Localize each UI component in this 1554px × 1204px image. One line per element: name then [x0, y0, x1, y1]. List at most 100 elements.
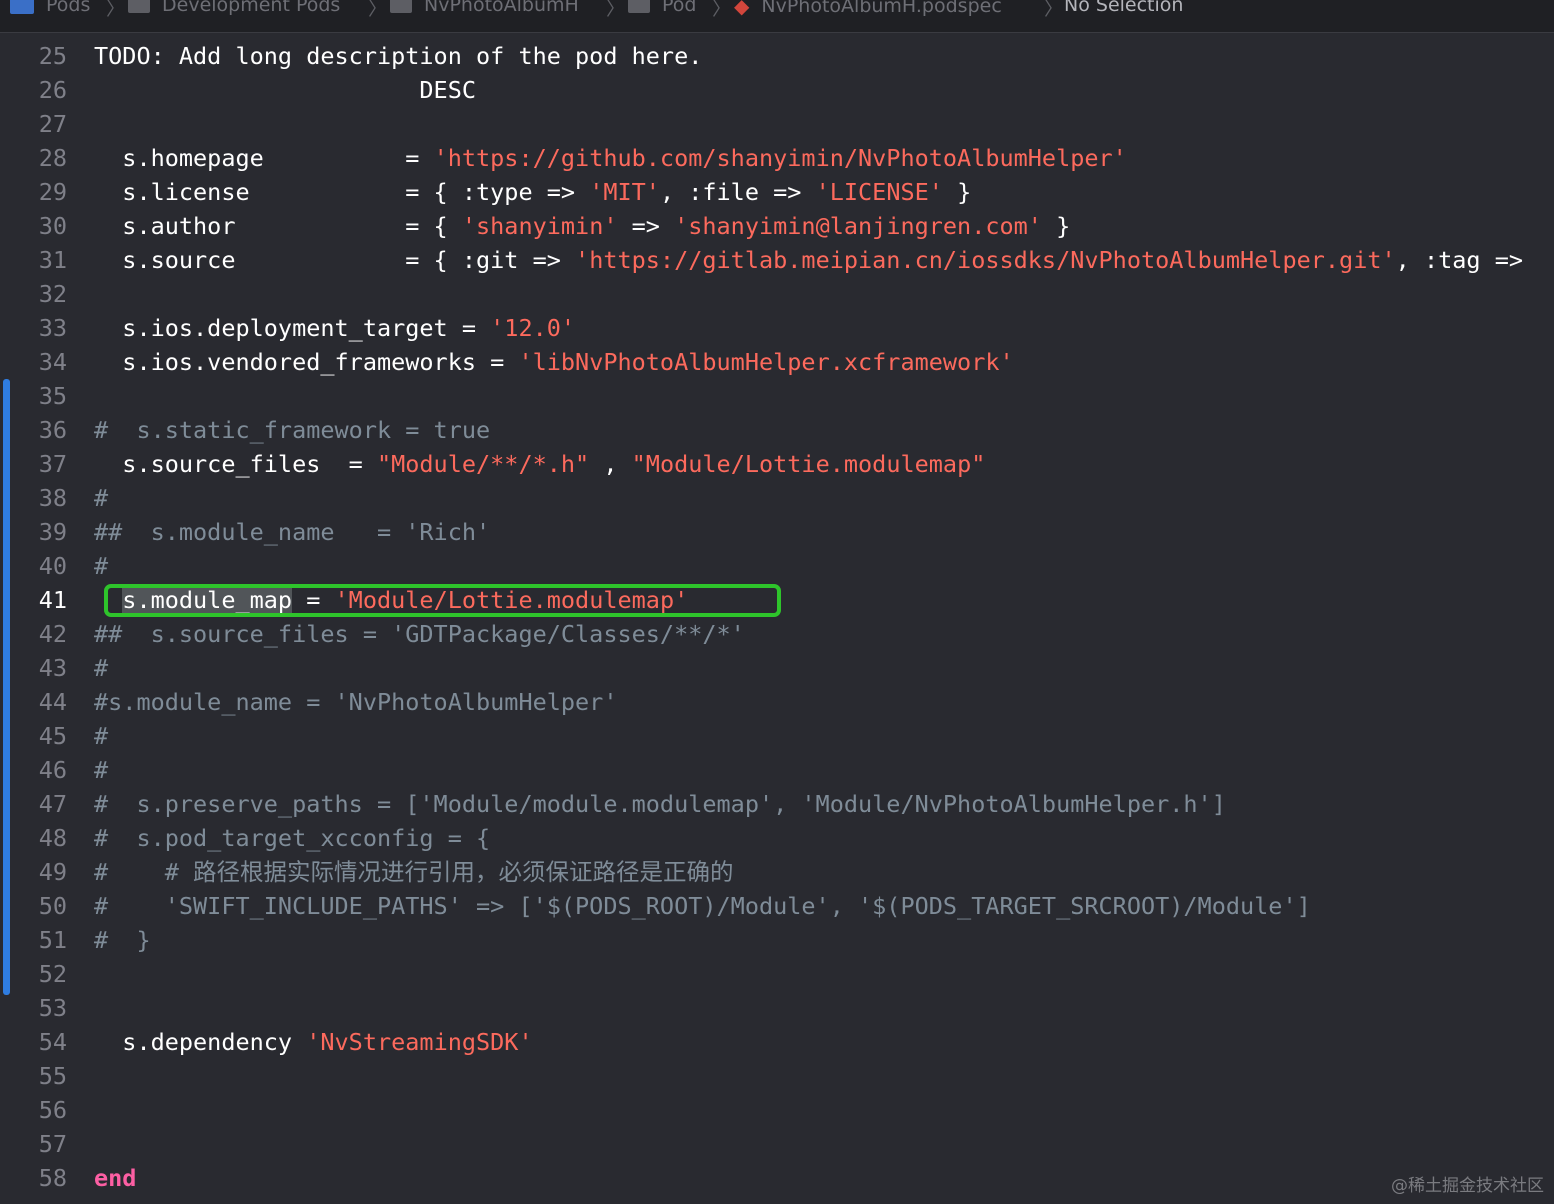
code-line[interactable]: 37 s.source_files = "Module/**/*.h" , "M… — [0, 447, 1554, 481]
string-token: 'shanyimin@lanjingren.com' — [674, 212, 1042, 240]
line-number: 31 — [38, 246, 67, 274]
folder-icon — [628, 0, 650, 13]
breadcrumb-development-pods[interactable]: Development Pods — [128, 0, 340, 16]
line-number: 28 — [38, 144, 67, 172]
code-line[interactable]: 54 s.dependency 'NvStreamingSDK' — [0, 1025, 1554, 1059]
line-number: 58 — [38, 1164, 67, 1192]
breadcrumb-label: No Selection — [1064, 0, 1184, 16]
code-line[interactable]: 48 # s.pod_target_xcconfig = { — [0, 821, 1554, 855]
code-line[interactable]: 49 # # 路径根据实际情况进行引用，必须保证路径是正确的 — [0, 855, 1554, 889]
code-line[interactable]: 30 s.author = { 'shanyimin' => 'shanyimi… — [0, 209, 1554, 243]
string-token: 'NvStreamingSDK' — [306, 1028, 533, 1056]
breadcrumb-pods[interactable]: Pods — [10, 0, 90, 16]
code-text: #s.module_name = 'NvPhotoAlbumHelper' — [94, 685, 617, 719]
chevron-right-icon: 〉 — [368, 0, 388, 20]
line-number: 40 — [38, 552, 67, 580]
code-line[interactable]: 27 — [0, 107, 1554, 141]
code-line[interactable]: 32 — [0, 277, 1554, 311]
code-token: TODO: Add long description of the pod he… — [94, 42, 703, 70]
code-text: # } — [94, 923, 151, 957]
code-line[interactable]: 57 — [0, 1127, 1554, 1161]
code-text: # — [94, 719, 108, 753]
code-line[interactable]: 42 ## s.source_files = 'GDTPackage/Classe… — [0, 617, 1554, 651]
code-line[interactable]: 29 s.license = { :type => 'MIT', :file =… — [0, 175, 1554, 209]
line-number: 51 — [38, 926, 67, 954]
comment-token: ## s.source_files = 'GDTPackage/Classes/… — [94, 620, 745, 648]
line-number: 43 — [38, 654, 67, 682]
comment-token: # — [94, 484, 109, 512]
string-token: 'https://github.com/shanyimin/NvPhotoAlb… — [433, 144, 1127, 172]
code-line[interactable]: 28 s.homepage = 'https://github.com/shan… — [0, 141, 1554, 175]
line-number: 38 — [38, 484, 67, 512]
breadcrumb-label: NvPhotoAlbumH — [424, 0, 579, 16]
code-text: TODO: Add long description of the pod he… — [94, 39, 702, 73]
code-token: s.homepage = — [94, 144, 434, 172]
chevron-right-icon: 〉 — [712, 0, 732, 20]
code-line[interactable]: 33 s.ios.deployment_target = '12.0' — [0, 311, 1554, 345]
highlight-annotation-box — [104, 584, 781, 617]
string-token: 'libNvPhotoAlbumHelper.xcframework' — [518, 348, 1014, 376]
line-number: 49 — [38, 858, 67, 886]
line-number: 39 — [38, 518, 67, 546]
line-number: 50 — [38, 892, 67, 920]
breadcrumb-nvphotoalbumh[interactable]: NvPhotoAlbumH — [390, 0, 579, 16]
code-token: , :tag => — [1395, 246, 1523, 274]
code-line[interactable]: 39 ## s.module_name = 'Rich' — [0, 515, 1554, 549]
line-number: 44 — [38, 688, 67, 716]
code-text: s.source = { :git => 'https://gitlab.mei… — [94, 243, 1523, 277]
code-line[interactable]: 52 — [0, 957, 1554, 991]
comment-token: # — [94, 756, 109, 784]
code-line[interactable]: 40 # — [0, 549, 1554, 583]
code-line[interactable]: 53 — [0, 991, 1554, 1025]
line-number: 30 — [38, 212, 67, 240]
code-token: s.ios.vendored_frameworks = — [94, 348, 519, 376]
code-token: s.author = { — [94, 212, 462, 240]
code-line[interactable]: 26 DESC — [0, 73, 1554, 107]
line-number: 56 — [38, 1096, 67, 1124]
breadcrumb-podspec[interactable]: ◆ NvPhotoAlbumH.podspec — [734, 0, 1002, 18]
code-line[interactable]: 25 TODO: Add long description of the pod … — [0, 39, 1554, 73]
comment-token: # s.static_framework = true — [94, 416, 491, 444]
code-text: s.ios.deployment_target = '12.0' — [94, 311, 575, 345]
code-token: s.source = { :git => — [94, 246, 576, 274]
code-line[interactable]: 46 # — [0, 753, 1554, 787]
code-line[interactable]: 44 #s.module_name = 'NvPhotoAlbumHelper' — [0, 685, 1554, 719]
folder-icon — [128, 0, 150, 13]
code-text: # — [94, 549, 108, 583]
code-line[interactable]: 58 end — [0, 1161, 1554, 1195]
code-line[interactable]: 45 # — [0, 719, 1554, 753]
comment-token: # } — [94, 926, 151, 954]
code-text: # — [94, 753, 108, 787]
folder-icon — [390, 0, 412, 13]
code-line[interactable]: 51 # } — [0, 923, 1554, 957]
code-line[interactable]: 56 — [0, 1093, 1554, 1127]
breadcrumb-pod[interactable]: Pod — [628, 0, 696, 16]
comment-token: # 'SWIFT_INCLUDE_PATHS' => ['$(PODS_ROOT… — [94, 892, 1311, 920]
ruby-gem-icon: ◆ — [734, 0, 750, 18]
code-text: s.dependency 'NvStreamingSDK' — [94, 1025, 533, 1059]
comment-token: # — [94, 722, 109, 750]
code-line[interactable]: 31 s.source = { :git => 'https://gitlab.… — [0, 243, 1554, 277]
code-line[interactable]: 43 # — [0, 651, 1554, 685]
line-number: 42 — [38, 620, 67, 648]
line-number: 57 — [38, 1130, 67, 1158]
code-token: s.source_files = — [94, 450, 377, 478]
line-number: 37 — [38, 450, 67, 478]
breadcrumb-label: NvPhotoAlbumH.podspec — [761, 0, 1002, 17]
comment-token: ## s.module_name = 'Rich' — [94, 518, 491, 546]
comment-token: # # 路径根据实际情况进行引用，必须保证路径是正确的 — [94, 858, 734, 886]
code-line[interactable]: 38 # — [0, 481, 1554, 515]
code-line[interactable]: 50 # 'SWIFT_INCLUDE_PATHS' => ['$(PODS_RO… — [0, 889, 1554, 923]
code-text: # 'SWIFT_INCLUDE_PATHS' => ['$(PODS_ROOT… — [94, 889, 1311, 923]
breadcrumb-no-selection[interactable]: No Selection — [1064, 0, 1183, 16]
string-token: '12.0' — [490, 314, 576, 342]
code-line[interactable]: 35 — [0, 379, 1554, 413]
code-line[interactable]: 34 s.ios.vendored_frameworks = 'libNvPho… — [0, 345, 1554, 379]
breadcrumb-label: Development Pods — [162, 0, 341, 16]
code-text: s.source_files = "Module/**/*.h" , "Modu… — [94, 447, 985, 481]
code-line[interactable]: 55 — [0, 1059, 1554, 1093]
line-number: 35 — [38, 382, 67, 410]
line-number: 54 — [38, 1028, 67, 1056]
code-line[interactable]: 36 # s.static_framework = true — [0, 413, 1554, 447]
code-line[interactable]: 47 # s.preserve_paths = ['Module/module.m… — [0, 787, 1554, 821]
